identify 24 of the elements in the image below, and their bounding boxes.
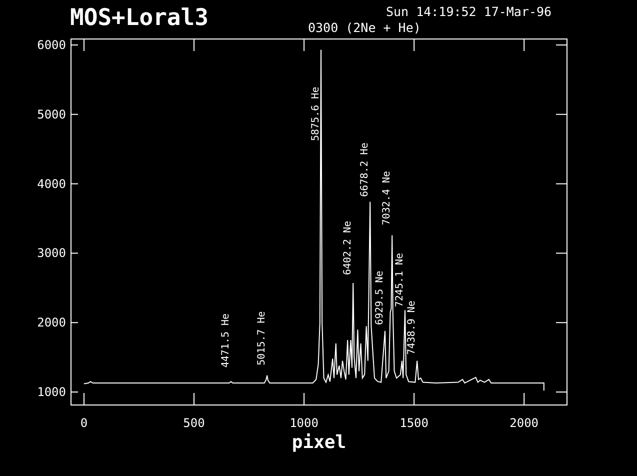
plot-title: MOS+Loral3	[70, 4, 210, 33]
line-label: 7438.9 Ne	[406, 300, 418, 355]
tick-label: 1000	[290, 416, 318, 430]
line-label: 6929.5 Ne	[374, 270, 386, 325]
tick-label: 5000	[37, 107, 66, 122]
tick-label: 1500	[400, 416, 429, 430]
line-label: 5015.7 He	[256, 311, 268, 366]
line-label: 7245.1 Ne	[394, 252, 406, 308]
tick-label: 6000	[37, 38, 66, 52]
tick-label: 0	[80, 416, 88, 430]
axis-label: pixel	[292, 432, 346, 453]
tick-label: 500	[183, 416, 205, 430]
tick-label: 3000	[37, 246, 66, 260]
tick-label: 1000	[37, 385, 66, 400]
timestamp: Sun 14:19:52 17-Mar-96	[386, 3, 553, 18]
line-label: 5875.6 He	[310, 86, 322, 141]
line-label: 6402.2 Ne	[342, 220, 354, 276]
tick-label: 4000	[37, 176, 66, 191]
tick-label: 2000	[510, 416, 539, 430]
tick-label: 2000	[37, 316, 66, 330]
line-label: 4471.5 He	[220, 313, 232, 368]
plot-subtitle: 0300 (2Ne + He)	[308, 19, 422, 36]
line-label: 7032.4 Ne	[382, 170, 393, 226]
line-label: 6678.2 He	[360, 142, 371, 197]
